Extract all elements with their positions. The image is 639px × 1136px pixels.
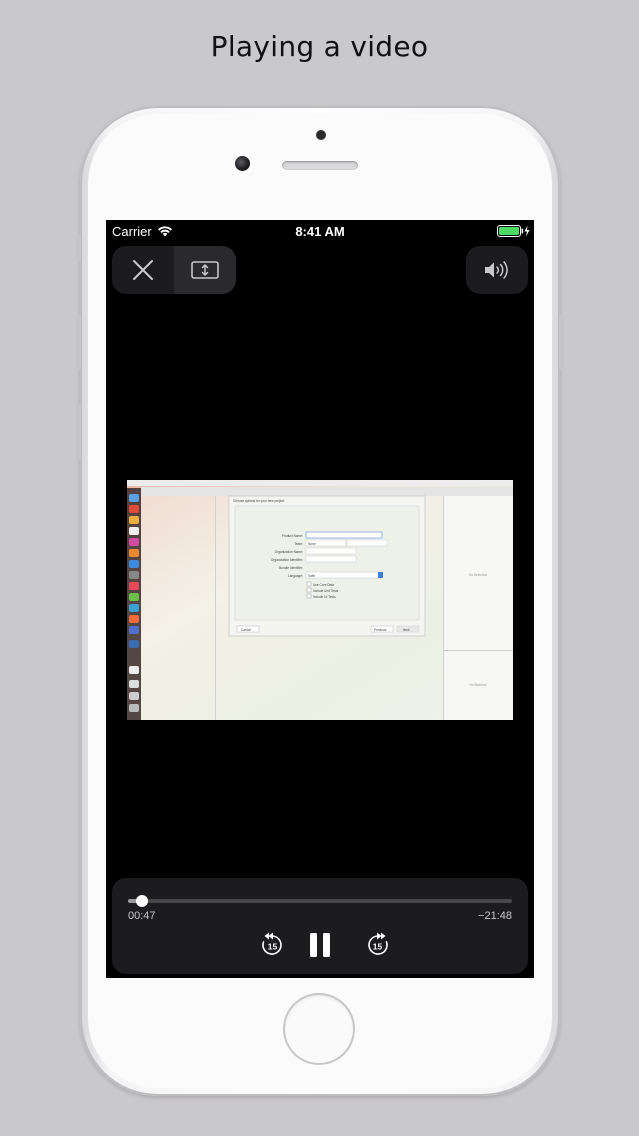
home-button[interactable]	[283, 993, 355, 1065]
volume-down-button	[77, 404, 81, 460]
elapsed-time: 00:47	[128, 910, 156, 922]
close-icon	[133, 260, 153, 280]
status-time: 8:41 AM	[295, 224, 345, 239]
battery-charging-icon	[497, 225, 531, 240]
pause-button[interactable]	[308, 932, 332, 958]
dialog-checkbox-2: Include Unit Tests	[313, 589, 339, 593]
skip-back-label: 15	[268, 942, 278, 952]
speaker-volume-icon	[485, 261, 508, 279]
dialog-field-label-2: Team:	[294, 542, 303, 546]
scrubber-track[interactable]	[128, 899, 512, 903]
phone-screen: Carrier 8:41 AM Choose options for your …	[106, 220, 534, 978]
video-frame[interactable]: Choose options for your new project: Pro…	[127, 480, 513, 720]
skip-back-button[interactable]: 15	[260, 930, 284, 958]
dialog-previous: Previous	[374, 628, 387, 632]
volume-up-button	[77, 314, 81, 370]
playback-controls: 00:47 −21:48 15 15	[112, 878, 528, 974]
remaining-time: −21:48	[478, 910, 512, 922]
dialog-field-label-4: Organization Identifier:	[271, 558, 303, 562]
dialog-field-label-3: Organization Name:	[275, 550, 303, 554]
dialog-title: Choose options for your new project:	[233, 499, 285, 503]
aspect-fill-icon	[191, 261, 219, 279]
skip-forward-button[interactable]: 15	[366, 930, 390, 958]
dialog-field-value-2: None	[308, 542, 316, 546]
dialog-next: Next	[403, 628, 410, 632]
front-camera	[235, 156, 250, 171]
status-bar: Carrier 8:41 AM	[106, 220, 534, 244]
video-desktop-capture: Choose options for your new project: Pro…	[127, 480, 513, 720]
close-button[interactable]	[112, 246, 174, 294]
dialog-field-label-1: Product Name:	[282, 534, 303, 538]
skip-forward-15-icon: 15	[368, 932, 388, 955]
volume-button[interactable]	[466, 246, 528, 294]
dialog-checkbox-1: Use Core Data	[313, 583, 334, 587]
power-button	[559, 314, 563, 370]
skip-back-15-icon: 15	[262, 932, 282, 955]
dialog-checkbox-3: Include UI Tests	[313, 595, 336, 599]
inspector-no-selection: No Selection	[469, 573, 487, 577]
aspect-fill-button[interactable]	[174, 246, 236, 294]
page-caption: Playing a video	[210, 30, 429, 63]
pause-icon	[310, 933, 330, 957]
scrubber-thumb[interactable]	[135, 895, 148, 907]
front-sensor	[316, 130, 326, 140]
dialog-cancel: Cancel	[241, 628, 251, 632]
dialog-field-label-6: Language:	[288, 574, 303, 578]
mute-switch	[77, 234, 81, 262]
earpiece-speaker	[282, 161, 358, 170]
dialog-field-value-6: Swift	[308, 574, 315, 578]
skip-forward-label: 15	[373, 942, 383, 952]
dialog-field-label-5: Bundle Identifier:	[279, 566, 303, 570]
library-no-matches: No Matches	[469, 683, 486, 687]
top-left-controls	[112, 246, 236, 294]
